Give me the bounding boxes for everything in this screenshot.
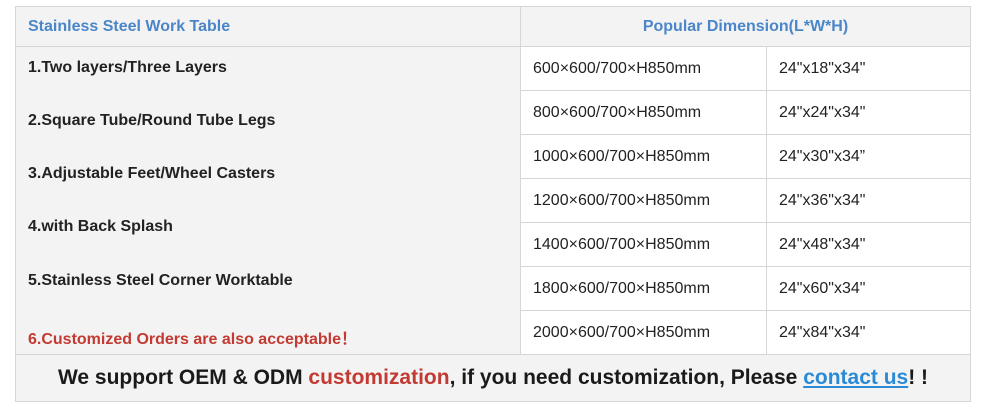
feature-item-1: 1.Two layers/Three Layers <box>28 59 227 76</box>
dimension-mm-cell: 1800×600/700×H850mm <box>520 266 767 311</box>
feature-item-5: 5.Stainless Steel Corner Worktable <box>28 272 293 289</box>
footer-highlight: customization <box>308 366 450 389</box>
feature-item-3: 3.Adjustable Feet/Wheel Casters <box>28 165 276 182</box>
dimension-mm-cell: 1000×600/700×H850mm <box>520 134 767 179</box>
dimension-inch-cell: 24"x18"x34" <box>766 46 971 91</box>
dimension-mm-cell: 1200×600/700×H850mm <box>520 178 767 223</box>
footer-text-part2: , if you need customization, Please <box>449 366 804 389</box>
dimension-inch-cell: 24"x60"x34" <box>766 266 971 311</box>
table-row: 1.Two layers/Three Layers 2.Square Tube/… <box>15 46 971 355</box>
features-cell: 1.Two layers/Three Layers 2.Square Tube/… <box>15 46 521 355</box>
footer-text-part3: ! ! <box>908 366 929 389</box>
header-dimension-title: Popular Dimension(L*W*H) <box>520 6 971 47</box>
footer-row: We support OEM & ODM customization, if y… <box>15 354 971 402</box>
dimension-inch-cell: 24"x36"x34" <box>766 178 971 223</box>
dimension-mm-cell: 2000×600/700×H850mm <box>520 310 767 355</box>
dimension-inch-cell: 24"x24"x34" <box>766 90 971 135</box>
table-header-row: Stainless Steel Work Table Popular Dimen… <box>15 6 971 47</box>
feature-item-4: 4.with Back Splash <box>28 218 173 235</box>
contact-us-link[interactable]: contact us <box>803 366 908 389</box>
dimension-mm-cell: 600×600/700×H850mm <box>520 46 767 91</box>
dimension-inch-cell: 24"x84"x34" <box>766 310 971 355</box>
dimension-inch-cell: 24"x48"x34" <box>766 222 971 267</box>
feature-item-2: 2.Square Tube/Round Tube Legs <box>28 112 276 129</box>
dimension-mm-cell: 800×600/700×H850mm <box>520 90 767 135</box>
dimension-inch-cell: 24"x30"x34” <box>766 134 971 179</box>
header-product-title: Stainless Steel Work Table <box>15 6 521 47</box>
product-spec-container: Stainless Steel Work Table Popular Dimen… <box>15 6 971 402</box>
footer-text-part1: We support OEM & ODM <box>57 366 309 389</box>
spec-table: Stainless Steel Work Table Popular Dimen… <box>15 6 971 402</box>
dimension-mm-cell: 1400×600/700×H850mm <box>520 222 767 267</box>
feature-item-6: 6.Customized Orders are also acceptable！ <box>28 331 358 348</box>
footer-cell: We support OEM & ODM customization, if y… <box>15 354 971 402</box>
